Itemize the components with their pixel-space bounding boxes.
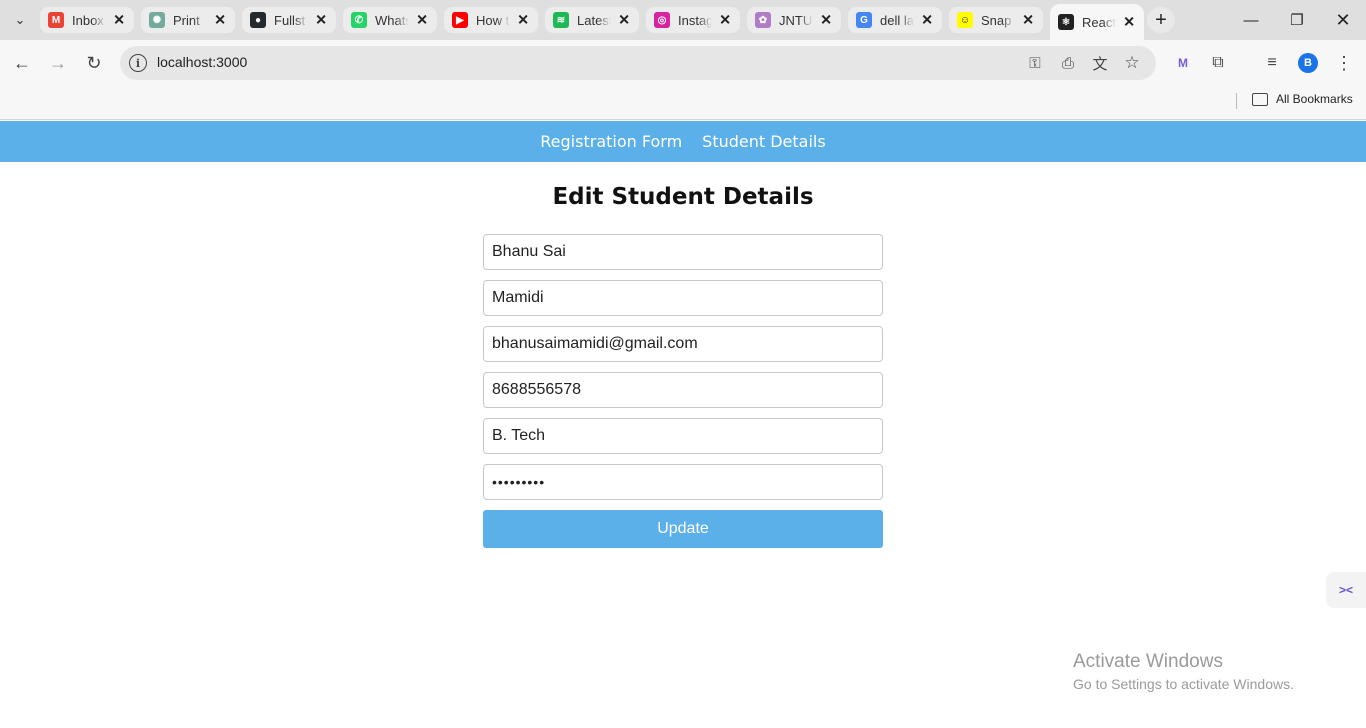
nav-registration-form[interactable]: Registration Form	[540, 132, 682, 151]
browser-tab[interactable]: ● Fullst ✕	[242, 7, 336, 33]
tab-close-icon[interactable]: ✕	[1022, 12, 1034, 29]
bookmark-star-icon[interactable]: ☆	[1121, 53, 1143, 73]
new-tab-button[interactable]: +	[1147, 7, 1175, 33]
folder-icon	[1252, 92, 1268, 106]
tab-title: dell la	[880, 12, 914, 28]
page-title: Edit Student Details	[552, 184, 814, 210]
side-panel-widget-icon[interactable]: ><	[1326, 572, 1366, 608]
all-bookmarks-button[interactable]: All Bookmarks	[1252, 92, 1353, 106]
browser-tab[interactable]: ✆ Whats ✕	[343, 7, 437, 33]
restore-button[interactable]: ❐	[1274, 0, 1320, 40]
watermark-title: Activate Windows	[1073, 651, 1223, 672]
email-field[interactable]	[483, 326, 883, 362]
media-control-icon[interactable]: ≡	[1260, 51, 1284, 75]
browser-tab[interactable]: ⚛ React ✕	[1050, 4, 1144, 40]
gmail-icon: M	[48, 12, 64, 28]
phone-field[interactable]	[483, 372, 883, 408]
instagram-icon: ◎	[654, 12, 670, 28]
tab-title: Latest	[577, 12, 611, 28]
tab-title: Print	[173, 12, 200, 28]
all-bookmarks-label: All Bookmarks	[1276, 92, 1353, 106]
site-info-icon[interactable]: i	[129, 54, 147, 72]
tab-title: Fullst	[274, 12, 306, 28]
first-name-field[interactable]	[483, 234, 883, 270]
minimize-button[interactable]: —	[1228, 0, 1274, 40]
tab-title: Inbox	[72, 12, 104, 28]
key-icon[interactable]: ⚿	[1024, 53, 1046, 73]
tab-close-icon[interactable]: ✕	[618, 12, 630, 29]
browser-tab[interactable]: ▶ How t ✕	[444, 7, 538, 33]
tab-title: Snap	[981, 12, 1012, 28]
browser-toolbar: ← → ↻ i localhost:3000 ⚿ ⎙ 文 ☆ M ⧉ ≡ B ⋮	[0, 40, 1366, 86]
address-url[interactable]: localhost:3000	[157, 54, 247, 70]
bookmarks-bar: All Bookmarks	[0, 86, 1366, 120]
windows-activation-watermark: Activate Windows Go to Settings to activ…	[1073, 651, 1294, 692]
address-bar[interactable]: i localhost:3000 ⚿ ⎙ 文 ☆	[120, 46, 1156, 80]
tab-close-icon[interactable]: ✕	[1123, 14, 1135, 31]
spotify-icon: ≋	[553, 12, 569, 28]
translate-icon[interactable]: 文	[1089, 53, 1111, 73]
menu-kebab-icon[interactable]: ⋮	[1332, 51, 1356, 75]
tab-strip: ⌄ M Inbox ✕ ✺ Print ✕ ● Fullst ✕ ✆ Whats ✕ ▶ How t ✕ ≋ L…	[0, 0, 1366, 40]
extensions-puzzle-icon[interactable]: ⧉	[1206, 51, 1230, 75]
tab-close-icon[interactable]: ✕	[315, 12, 327, 29]
tab-title: Whats	[375, 12, 409, 28]
browser-tab[interactable]: ✿ JNTU ✕	[747, 7, 841, 33]
extension-m-icon[interactable]: M	[1171, 51, 1195, 75]
browser-tab[interactable]: ◎ Instag ✕	[646, 7, 740, 33]
tab-search-chevron-icon[interactable]: ⌄	[6, 7, 34, 33]
chatgpt-icon: ✺	[149, 12, 165, 28]
back-arrow-icon[interactable]: ←	[8, 49, 36, 77]
browser-tab[interactable]: ✺ Print ✕	[141, 7, 235, 33]
reload-icon[interactable]: ↻	[80, 49, 108, 77]
nav-student-details[interactable]: Student Details	[702, 132, 826, 151]
password-field[interactable]	[483, 464, 883, 500]
close-window-button[interactable]: ✕	[1320, 0, 1366, 40]
whatsapp-icon: ✆	[351, 12, 367, 28]
bookmarks-divider	[1236, 93, 1237, 109]
github-icon: ●	[250, 12, 266, 28]
tab-title: How t	[476, 12, 510, 28]
course-field[interactable]	[483, 418, 883, 454]
browser-tab[interactable]: M Inbox ✕	[40, 7, 134, 33]
google-icon: G	[856, 12, 872, 28]
tab-close-icon[interactable]: ✕	[517, 12, 529, 29]
tab-close-icon[interactable]: ✕	[214, 12, 226, 29]
tab-close-icon[interactable]: ✕	[113, 12, 125, 29]
browser-tab[interactable]: ☺ Snap ✕	[949, 7, 1043, 33]
snapchat-icon: ☺	[957, 12, 973, 28]
jntu-icon: ✿	[755, 12, 771, 28]
install-app-icon[interactable]: ⎙	[1057, 53, 1079, 73]
tab-title: React	[1082, 14, 1116, 30]
tab-title: Instag	[678, 12, 712, 28]
react-icon: ⚛	[1058, 14, 1074, 30]
tab-title: JNTU	[779, 12, 813, 28]
youtube-icon: ▶	[452, 12, 468, 28]
watermark-subtitle: Go to Settings to activate Windows.	[1073, 676, 1294, 692]
app-navbar: Registration Form Student Details	[0, 121, 1366, 162]
tab-close-icon[interactable]: ✕	[719, 12, 731, 29]
browser-tab[interactable]: ≋ Latest ✕	[545, 7, 639, 33]
forward-arrow-icon[interactable]: →	[44, 49, 72, 77]
tab-close-icon[interactable]: ✕	[921, 12, 933, 29]
tab-close-icon[interactable]: ✕	[416, 12, 428, 29]
profile-avatar[interactable]: B	[1298, 53, 1318, 73]
tab-close-icon[interactable]: ✕	[820, 12, 832, 29]
browser-tab[interactable]: Gdell la ✕	[848, 7, 942, 33]
last-name-field[interactable]	[483, 280, 883, 316]
update-button[interactable]: Update	[483, 510, 883, 548]
